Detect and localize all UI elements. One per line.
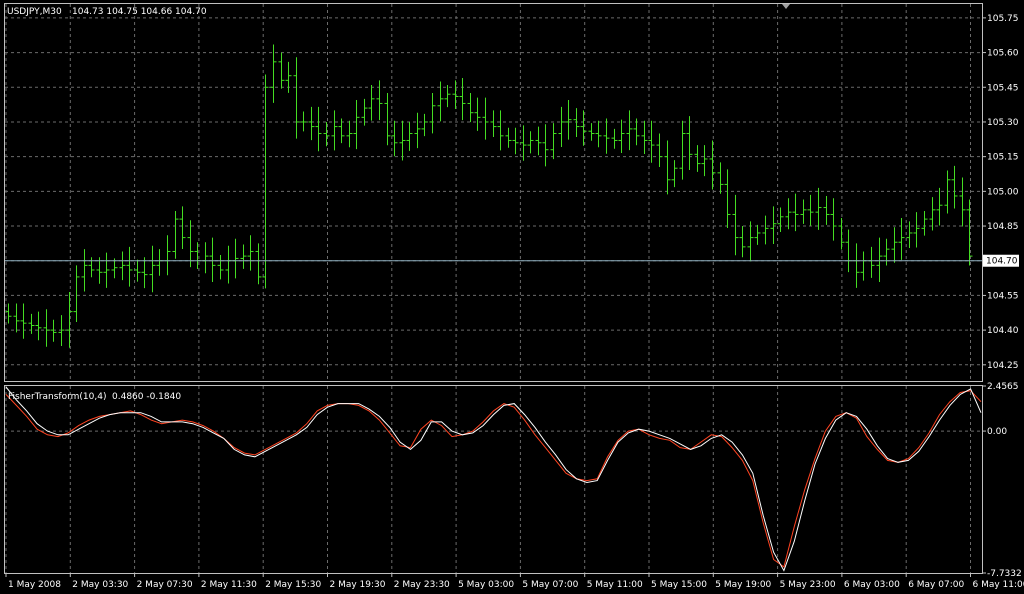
ind-tick-label: 2.4565 bbox=[987, 382, 1019, 392]
price-tick-label: 104.40 bbox=[987, 326, 1019, 336]
price-tick-label: 105.75 bbox=[987, 14, 1019, 24]
ind-tick-label: -7.7332 bbox=[987, 569, 1022, 579]
price-tick-label: 105.15 bbox=[987, 153, 1019, 163]
price-tick-label: 104.85 bbox=[987, 222, 1019, 232]
time-tick-label: 5 May 19:00 bbox=[715, 580, 771, 590]
time-tick-label: 5 May 15:00 bbox=[651, 580, 707, 590]
time-tick-label: 2 May 11:30 bbox=[201, 580, 257, 590]
time-tick-label: 5 May 11:00 bbox=[587, 580, 643, 590]
time-tick-label: 5 May 07:00 bbox=[522, 580, 578, 590]
indicator-values: 0.4860 -0.1840 bbox=[112, 392, 181, 402]
chart-canvas[interactable]: 105.75 105.60 105.45 105.30 105.15 105.00 104.… bbox=[0, 0, 1024, 594]
current-price-label: 104.70 bbox=[986, 257, 1018, 267]
price-tick-label: 104.25 bbox=[987, 361, 1019, 371]
indicator-name: FisherTransform(10,4) bbox=[8, 392, 106, 402]
price-tick-label: 104.55 bbox=[987, 291, 1019, 301]
price-tick-label: 105.00 bbox=[987, 187, 1019, 197]
symbol-label: USDJPY,M30 bbox=[7, 7, 62, 17]
time-tick-label: 6 May 11:00 bbox=[973, 580, 1024, 590]
time-tick-label: 2 May 15:30 bbox=[265, 580, 321, 590]
time-tick-label: 2 May 23:30 bbox=[394, 580, 450, 590]
time-tick-label: 2 May 03:30 bbox=[72, 580, 128, 590]
time-tick-label: 2 May 07:30 bbox=[137, 580, 193, 590]
price-tick-label: 105.60 bbox=[987, 49, 1019, 59]
price-tick-label: 105.30 bbox=[987, 118, 1019, 128]
price-tick-label: 105.45 bbox=[987, 83, 1019, 93]
ind-tick-label: 0.00 bbox=[987, 427, 1007, 437]
ohlc-values: 104.73 104.75 104.66 104.70 bbox=[72, 7, 207, 17]
time-tick-label: 1 May 2008 bbox=[8, 580, 61, 590]
time-tick-label: 6 May 07:00 bbox=[908, 580, 964, 590]
time-tick-label: 5 May 23:00 bbox=[780, 580, 836, 590]
time-tick-label: 6 May 03:00 bbox=[844, 580, 900, 590]
background bbox=[0, 0, 1024, 594]
time-tick-label: 2 May 19:30 bbox=[330, 580, 386, 590]
time-tick-label: 5 May 03:00 bbox=[458, 580, 514, 590]
